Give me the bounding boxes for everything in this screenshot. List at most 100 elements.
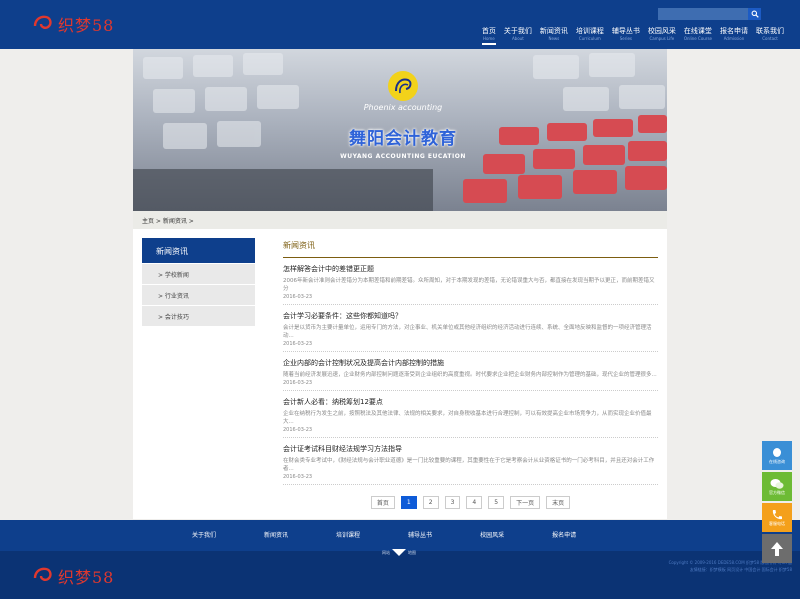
nav-label: 辅导丛书: [611, 27, 640, 35]
wechat-icon: [770, 478, 784, 489]
nav-label: 关于我们: [503, 27, 532, 35]
nav-label: 培训课程: [575, 27, 604, 35]
page-1-button[interactable]: 1: [400, 496, 417, 509]
online-consult-label: 在线咨询: [769, 458, 785, 464]
footer-link-about[interactable]: 关于我们: [192, 530, 216, 539]
news-list: 新闻资讯 怎样解答会计中的差错更正题 2006年新会计准则会计差错分为本期差错和…: [283, 240, 658, 509]
article-date: 2016-03-23: [283, 341, 313, 347]
nav-label: 联系我们: [756, 27, 784, 35]
article-summary: 企业在纳税行为发生之前，按照税法及其他法律、法规的相关要求，对自身税收基本进行合…: [283, 411, 652, 425]
nav-sublabel: Campus Life: [649, 36, 675, 41]
search-box: [658, 8, 762, 20]
nav-label: 在线课堂: [683, 27, 712, 35]
page-5-button[interactable]: 5: [488, 496, 505, 509]
nav-campus[interactable]: 校园风采 Campus Life: [648, 27, 676, 45]
phone-icon: [772, 509, 782, 519]
logo-swirl-icon: [33, 567, 52, 581]
chat-icon: [773, 447, 781, 457]
pagination: 首页 1 2 3 4 5 下一页 末页: [283, 496, 658, 509]
footer-link-campus[interactable]: 校园风采: [480, 530, 504, 539]
banner-subtitle: WUYANG ACCOUNTING EUCATION: [340, 153, 466, 160]
footer-logo[interactable]: 织梦58: [32, 564, 114, 588]
nav-admission[interactable]: 报名申请 Admission: [720, 27, 748, 45]
sitemap-left-label: 网站: [382, 549, 390, 555]
nav-curriculum[interactable]: 培训课程 Curriculum: [576, 27, 604, 45]
search-input[interactable]: [658, 8, 748, 20]
article-date: 2016-03-23: [283, 474, 313, 480]
sidebar-item-industry-news[interactable]: > 行业资讯: [142, 284, 255, 305]
site-logo[interactable]: 织梦58: [32, 12, 114, 36]
page-first-button[interactable]: 首页: [370, 496, 395, 509]
nav-sublabel: Curriculum: [578, 36, 601, 41]
article-date: 2016-03-23: [283, 427, 313, 433]
nav-sublabel: Series: [619, 36, 633, 41]
footer-link-news[interactable]: 新闻资讯: [264, 530, 288, 539]
floating-toolbar: 在线咨询 官方微信 客服电话: [762, 441, 792, 565]
banner-brand: Phoenix accounting 舞阳会计教育 WUYANG ACCOUNT…: [323, 71, 483, 160]
nav-sublabel: News: [548, 36, 560, 41]
article-title-link[interactable]: 会计新人必看：纳税筹划12要点: [283, 397, 658, 407]
breadcrumb: 主页 > 新闻资讯 >: [133, 211, 667, 229]
list-item: 会计证考试科目财经法规学习方法指导 在财会类专业考试中，《财经法规与会计职业道德…: [283, 438, 658, 485]
wechat-button[interactable]: 官方微信: [762, 472, 792, 501]
nav-online-course[interactable]: 在线课堂 Online Course: [684, 27, 712, 45]
breadcrumb-separator: >: [186, 218, 194, 225]
arrow-up-icon: [771, 541, 783, 556]
footer-link-admission[interactable]: 报名申请: [552, 530, 576, 539]
nav-sublabel: Admission: [723, 36, 745, 41]
page-3-button[interactable]: 3: [444, 496, 461, 509]
breadcrumb-home[interactable]: 主页: [142, 218, 154, 225]
list-item: 会计新人必看：纳税筹划12要点 企业在纳税行为发生之前，按照税法及其他法律、法规…: [283, 391, 658, 438]
article-summary: 随着当前经济发展迅速，企业财务内部控制问题逐渐受到企业组织的高度重视。时代要求企…: [283, 372, 657, 378]
back-to-top-button[interactable]: [762, 534, 792, 563]
nav-label: 报名申请: [720, 27, 748, 35]
article-title-link[interactable]: 怎样解答会计中的差错更正题: [283, 264, 658, 274]
breadcrumb-current[interactable]: 新闻资讯: [163, 218, 187, 225]
page-4-button[interactable]: 4: [466, 496, 483, 509]
footer-link-curriculum[interactable]: 培训课程: [336, 530, 360, 539]
online-consult-button[interactable]: 在线咨询: [762, 441, 792, 470]
sidebar-item-school-news[interactable]: > 学校新闻: [142, 263, 255, 284]
logo-text: 织梦58: [58, 16, 115, 35]
nav-series[interactable]: 辅导丛书 Series: [612, 27, 640, 45]
sitemap-right-label: 地图: [408, 549, 416, 555]
footer-link-series[interactable]: 辅导丛书: [408, 530, 432, 539]
friend-links[interactable]: 友情链接：织梦模板 网页设计 中国会计 国际会计 织梦58: [602, 566, 792, 573]
nav-about[interactable]: 关于我们 About: [504, 27, 532, 45]
phoenix-logo-icon: [388, 71, 418, 101]
nav-contact[interactable]: 联系我们 Contact: [756, 27, 784, 45]
page-2-button[interactable]: 2: [422, 496, 439, 509]
article-date: 2016-03-23: [283, 380, 313, 386]
chevron-down-icon: [392, 549, 406, 556]
list-item: 会计学习必要条件：这些你都知道吗？ 会计是以货币为主要计量单位，运用专门的方法，…: [283, 305, 658, 352]
nav-news[interactable]: 新闻资讯 News: [540, 27, 568, 45]
list-item: 怎样解答会计中的差错更正题 2006年新会计准则会计差错分为本期差错和前期差错。…: [283, 258, 658, 305]
hero-banner: Phoenix accounting 舞阳会计教育 WUYANG ACCOUNT…: [133, 49, 667, 211]
nav-home[interactable]: 首页 Home: [481, 27, 496, 45]
article-title-link[interactable]: 会计证考试科目财经法规学习方法指导: [283, 444, 658, 454]
phone-button[interactable]: 客服电话: [762, 503, 792, 532]
nav-label: 校园风采: [647, 27, 676, 35]
article-title-link[interactable]: 企业内部的会计控制状况及提高会计内部控制的措施: [283, 358, 658, 368]
banner-title: 舞阳会计教育: [349, 129, 457, 149]
nav-sublabel: About: [511, 36, 524, 41]
article-title-link[interactable]: 会计学习必要条件：这些你都知道吗？: [283, 311, 658, 321]
sitemap-toggle[interactable]: 网站 地图: [382, 549, 416, 556]
logo-swirl-icon: [33, 15, 52, 29]
article-summary: 在财会类专业考试中，《财经法规与会计职业道德》是一门比较重要的课程，其重要性在于…: [283, 458, 655, 472]
search-button[interactable]: [748, 8, 761, 20]
footer-nav: 关于我们 新闻资讯 培训课程 辅导丛书 校园风采 报名申请: [0, 520, 800, 551]
footer-logo-text: 织梦58: [58, 568, 115, 587]
nav-sublabel: Contact: [762, 36, 778, 41]
nav-sublabel: Home: [482, 36, 495, 41]
article-summary: 会计是以货币为主要计量单位，运用专门的方法，对企事业、机关单位或其他经济组织的经…: [283, 325, 652, 339]
nav-sublabel: Online Course: [683, 36, 712, 41]
page-title: 新闻资讯: [283, 240, 658, 258]
phone-label: 客服电话: [769, 520, 785, 526]
list-item: 企业内部的会计控制状况及提高会计内部控制的措施 随着当前经济发展迅速，企业财务内…: [283, 352, 658, 391]
banner-brand-en: Phoenix accounting: [363, 103, 443, 112]
main-nav: 首页 Home 关于我们 About 新闻资讯 News 培训课程 Curriculum…: [474, 27, 784, 45]
page-last-button[interactable]: 末页: [546, 496, 571, 509]
page-next-button[interactable]: 下一页: [510, 496, 541, 509]
sidebar-item-accounting-tips[interactable]: > 会计技巧: [142, 305, 255, 326]
